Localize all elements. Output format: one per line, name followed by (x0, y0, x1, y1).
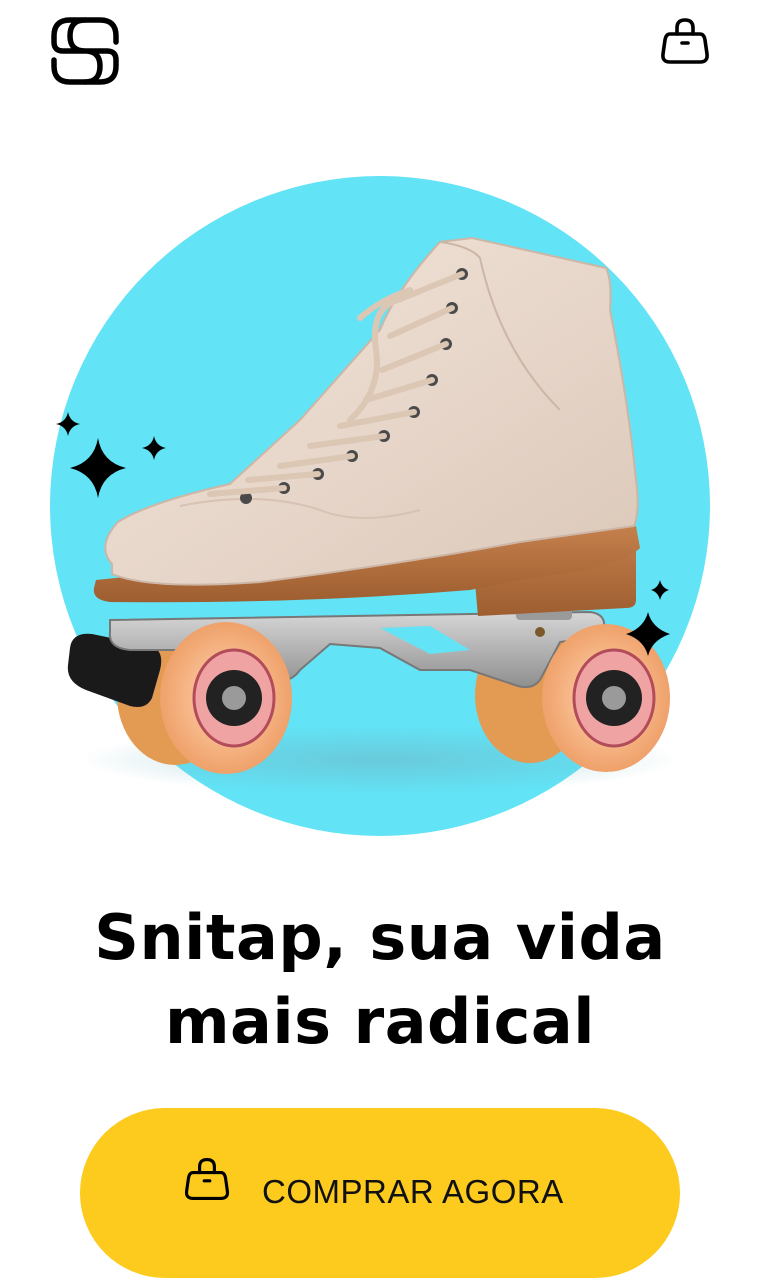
app-header (0, 0, 760, 110)
headline-line-2: mais radical (164, 985, 596, 1058)
page-title: Snitap, sua vida mais radical (40, 896, 720, 1064)
hero-illustration (50, 176, 710, 836)
front-wheel (160, 622, 292, 774)
headline-line-1: Snitap, sua vida (94, 901, 666, 974)
buy-now-label: COMPRAR AGORA (262, 1173, 564, 1210)
brand-logo-icon[interactable] (48, 14, 122, 88)
shopping-bag-icon (182, 1154, 232, 1204)
shopping-bag-icon (661, 18, 709, 64)
cart-button[interactable] (658, 14, 712, 68)
hero-section (0, 150, 760, 870)
